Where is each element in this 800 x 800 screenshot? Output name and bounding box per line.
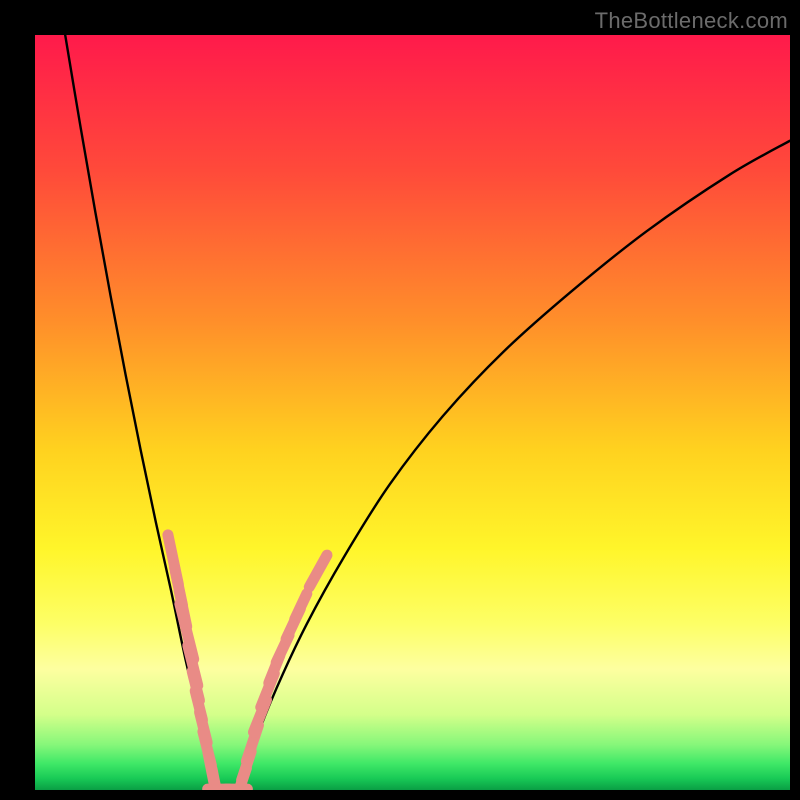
curve-layer — [35, 35, 790, 790]
chart-stage: TheBottleneck.com — [0, 0, 800, 800]
capsule-marker — [309, 555, 327, 587]
capsule-marker — [295, 594, 307, 620]
watermark-text: TheBottleneck.com — [595, 8, 788, 34]
scatter-capsules — [168, 535, 327, 790]
plot-area — [35, 35, 790, 790]
curve-right-branch — [239, 141, 790, 790]
